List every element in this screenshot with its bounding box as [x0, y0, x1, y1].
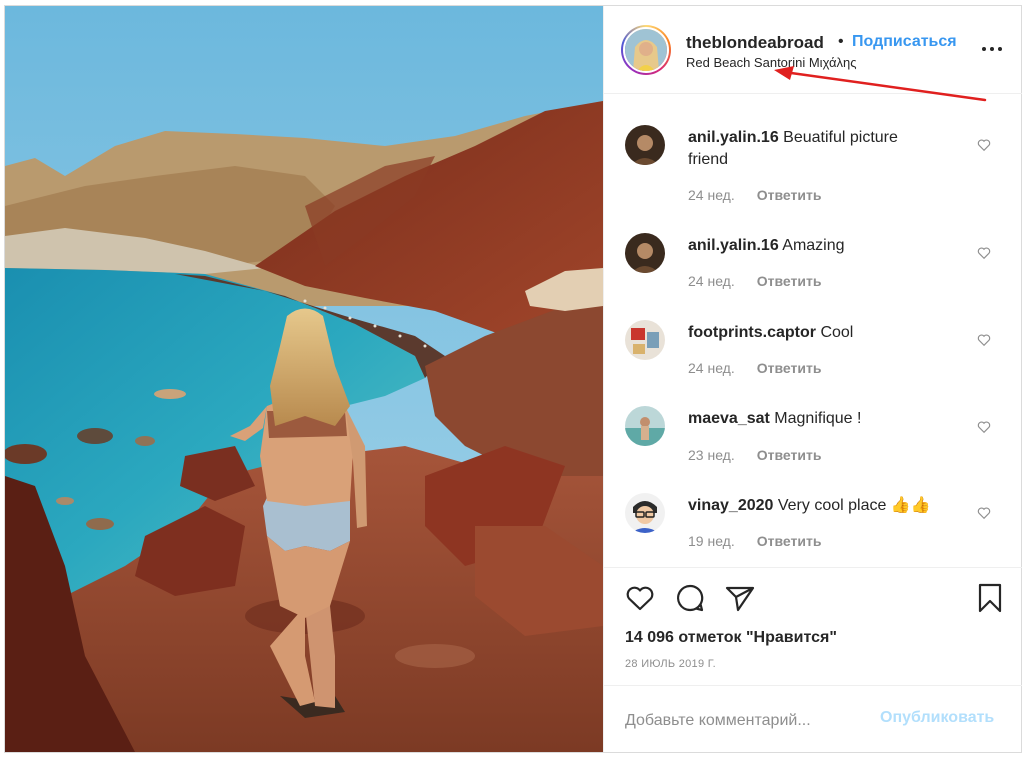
comment-body: Magnifique ! [774, 410, 862, 427]
comment-text: vinay_2020 Very cool place 👍👍 [688, 495, 938, 517]
commenter-avatar[interactable] [625, 233, 665, 273]
comment-age: 24 нед. [688, 360, 735, 376]
comment-meta: 19 нед. Ответить [688, 533, 821, 549]
commenter-avatar-image [625, 125, 665, 165]
comment-body: Very cool place 👍👍 [777, 497, 931, 514]
post-header: theblondeabroad • Подписаться Red Beach … [604, 6, 1022, 94]
commenter-avatar[interactable] [625, 320, 665, 360]
commenter-username[interactable]: anil.yalin.16 [688, 129, 779, 146]
post-date: 28 ИЮЛЬ 2019 Г. [625, 658, 717, 670]
reply-button[interactable]: Ответить [757, 533, 822, 549]
post-side-panel: theblondeabroad • Подписаться Red Beach … [603, 6, 1022, 752]
commenter-username[interactable]: maeva_sat [688, 410, 770, 427]
post-actions: 14 096 отметок "Нравится" 28 ИЮЛЬ 2019 Г… [604, 567, 1022, 685]
comment-meta: 23 нед. Ответить [688, 447, 821, 463]
follow-button[interactable]: Подписаться [852, 33, 957, 51]
instagram-post: theblondeabroad • Подписаться Red Beach … [4, 5, 1022, 753]
comment-text: anil.yalin.16 Amazing [688, 235, 938, 257]
comment-like-icon[interactable] [977, 138, 991, 152]
heart-icon[interactable] [624, 582, 656, 614]
comment-meta: 24 нед. Ответить [688, 360, 821, 376]
comment-like-icon[interactable] [977, 506, 991, 520]
post-photo[interactable] [5, 6, 603, 752]
reply-button[interactable]: Ответить [757, 360, 822, 376]
comment-like-icon[interactable] [977, 246, 991, 260]
comment-text: anil.yalin.16 Beuatiful picture friend [688, 127, 938, 171]
comment-age: 24 нед. [688, 273, 735, 289]
reply-button[interactable]: Ответить [757, 187, 822, 203]
comment-body: Amazing [782, 237, 845, 254]
comment-body: Cool [820, 324, 854, 341]
separator-dot: • [838, 33, 844, 50]
comment-age: 23 нед. [688, 447, 735, 463]
post-location[interactable]: Red Beach Santorini Μιχάλης [686, 55, 857, 70]
comment-like-icon[interactable] [977, 420, 991, 434]
commenter-avatar[interactable] [625, 125, 665, 165]
comment-text: footprints.captor Cool [688, 322, 938, 344]
author-avatar-image [625, 29, 667, 71]
comments-list[interactable]: anil.yalin.16 Beuatiful picture friend 2… [604, 95, 1022, 567]
reply-button[interactable]: Ответить [757, 273, 822, 289]
comment-meta: 24 нед. Ответить [688, 187, 821, 203]
comment-age: 24 нед. [688, 187, 735, 203]
commenter-avatar[interactable] [625, 406, 665, 446]
comment-input[interactable] [625, 709, 875, 733]
paper-plane-icon[interactable] [724, 582, 756, 614]
commenter-username[interactable]: anil.yalin.16 [688, 237, 779, 254]
comment-like-icon[interactable] [977, 333, 991, 347]
reply-button[interactable]: Ответить [757, 447, 822, 463]
commenter-username[interactable]: vinay_2020 [688, 497, 773, 514]
comment-bubble-icon[interactable] [674, 582, 706, 614]
santorini-red-beach-image [5, 6, 603, 752]
author-avatar[interactable] [621, 25, 671, 75]
comment-text: maeva_sat Magnifique ! [688, 408, 938, 430]
comment-meta: 24 нед. Ответить [688, 273, 821, 289]
likes-count[interactable]: 14 096 отметок "Нравится" [625, 629, 837, 647]
commenter-avatar[interactable] [625, 493, 665, 533]
commenter-username[interactable]: footprints.captor [688, 324, 816, 341]
more-options-icon[interactable] [982, 44, 1004, 54]
commenter-avatar-image [625, 406, 665, 446]
author-username[interactable]: theblondeabroad [686, 33, 824, 53]
commenter-avatar-image [625, 320, 665, 360]
publish-button[interactable]: Опубликовать [880, 709, 994, 727]
commenter-avatar-image [625, 233, 665, 273]
comment-age: 19 нед. [688, 533, 735, 549]
comment-composer: Опубликовать [604, 685, 1022, 752]
commenter-avatar-image [625, 493, 665, 533]
bookmark-icon[interactable] [974, 582, 1006, 614]
